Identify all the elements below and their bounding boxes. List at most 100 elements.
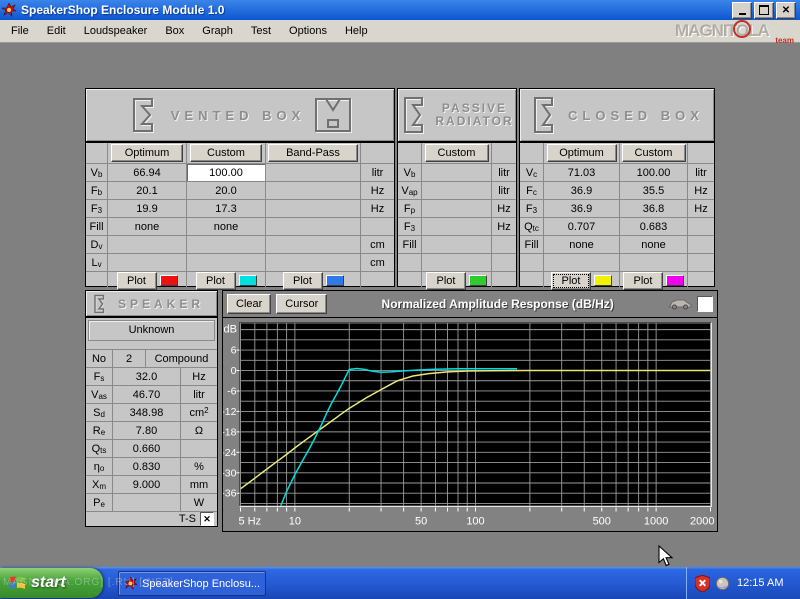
- row-label: Pe: [86, 494, 113, 511]
- closed-qtc-custom[interactable]: 0.683: [620, 218, 688, 235]
- unit-label: litr: [492, 164, 516, 181]
- closed-f3-custom[interactable]: 36.8: [620, 200, 688, 217]
- unit-label: litr: [492, 182, 516, 199]
- table-row: Qts 0.660: [86, 440, 217, 458]
- system-tray: 12:15 AM: [686, 567, 800, 599]
- minimize-button[interactable]: [732, 2, 752, 19]
- passive-custom-button[interactable]: Custom: [425, 144, 489, 162]
- unit-label: litr: [361, 164, 394, 181]
- restore-button[interactable]: [754, 2, 774, 19]
- passive-fp-custom[interactable]: [422, 200, 492, 217]
- menu-graph[interactable]: Graph: [193, 22, 242, 40]
- security-shield-icon[interactable]: [695, 575, 710, 592]
- table-row: Vb 66.94 100.00 litr: [86, 164, 394, 182]
- table-row: Fp Hz: [398, 200, 516, 218]
- vented-plot-custom-button[interactable]: Plot: [196, 272, 236, 290]
- speaker-driver-icon: [90, 294, 110, 314]
- row-label: Fill: [520, 236, 544, 253]
- volume-icon[interactable]: [715, 576, 730, 591]
- passive-vap-custom[interactable]: [422, 182, 492, 199]
- table-row: Xm 9.000 mm: [86, 476, 217, 494]
- start-button[interactable]: start: [0, 568, 103, 598]
- y-axis-label: dB: [224, 324, 237, 336]
- table-row: Fill: [398, 236, 516, 254]
- closed-vc-optimum: 71.03: [544, 164, 620, 181]
- closed-box-title: CLOSED BOX: [568, 108, 704, 123]
- taskbar-task-speakershop[interactable]: SpeakerShop Enclosu...: [118, 571, 266, 596]
- closed-custom-button[interactable]: Custom: [622, 144, 686, 162]
- menu-test[interactable]: Test: [242, 22, 280, 40]
- vented-fb-custom[interactable]: 20.0: [187, 182, 266, 199]
- x-tick-label: 1000: [644, 516, 668, 528]
- car-icon[interactable]: [668, 298, 692, 310]
- tray-clock: 12:15 AM: [737, 577, 783, 589]
- closed-fc-custom[interactable]: 35.5: [620, 182, 688, 199]
- passive-f3-custom[interactable]: [422, 218, 492, 235]
- ts-checkbox[interactable]: ✕: [200, 512, 214, 526]
- ts-label: T-S: [179, 513, 196, 525]
- app-icon: [124, 577, 137, 590]
- y-tick-label: -36: [223, 488, 237, 500]
- unit-label: [688, 218, 714, 235]
- closed-plot-custom-button[interactable]: Plot: [623, 272, 663, 290]
- vented-custom-button[interactable]: Custom: [190, 144, 262, 162]
- row-label: Xm: [86, 476, 113, 493]
- y-tick-label: 6: [231, 345, 237, 357]
- menu-file[interactable]: File: [2, 22, 38, 40]
- restore-icon: [759, 5, 769, 15]
- passive-vb-custom[interactable]: [422, 164, 492, 181]
- vented-optimum-button[interactable]: Optimum: [111, 144, 183, 162]
- vented-f3-custom[interactable]: 17.3: [187, 200, 266, 217]
- y-tick-label: 0: [231, 365, 237, 377]
- menu-loudspeaker[interactable]: Loudspeaker: [75, 22, 157, 40]
- unit-label: Hz: [688, 200, 714, 217]
- clear-button[interactable]: Clear: [227, 294, 271, 314]
- row-label: Vb: [86, 164, 108, 181]
- row-label: Vas: [86, 386, 113, 403]
- vented-vb-custom[interactable]: 100.00: [187, 164, 266, 181]
- table-row: F3 19.9 17.3 Hz: [86, 200, 394, 218]
- passive-header-row: Custom: [398, 143, 516, 164]
- close-icon: ✕: [782, 5, 790, 16]
- cursor-button[interactable]: Cursor: [276, 294, 327, 314]
- plot-color-swatch: [160, 275, 178, 286]
- speaker-driver-icon: [400, 95, 430, 135]
- unit-label: %: [181, 458, 217, 475]
- menu-box[interactable]: Box: [156, 22, 193, 40]
- unit-label: [181, 440, 217, 457]
- menu-options[interactable]: Options: [280, 22, 336, 40]
- passive-plot-button[interactable]: Plot: [426, 272, 466, 290]
- vented-plot-optimum-button[interactable]: Plot: [117, 272, 157, 290]
- closed-vc-custom[interactable]: 100.00: [620, 164, 688, 181]
- menu-bar: File Edit Loudspeaker Box Graph Test Opt…: [0, 20, 800, 43]
- minimize-icon: [739, 13, 746, 15]
- table-row: Lv cm: [86, 254, 394, 272]
- speaker-footer: T-S ✕: [86, 512, 217, 526]
- y-tick-label: -12: [223, 406, 237, 418]
- table-row: Fill none none: [520, 236, 714, 254]
- menu-edit[interactable]: Edit: [38, 22, 75, 40]
- close-button[interactable]: ✕: [776, 2, 796, 19]
- display-toggle-button[interactable]: [697, 296, 713, 312]
- unit-label: cm: [361, 236, 394, 253]
- plot-color-swatch: [594, 275, 612, 286]
- passive-fill-custom[interactable]: [422, 236, 492, 253]
- speaker-title: SPEAKER: [118, 297, 204, 311]
- table-row: ηo 0.830 %: [86, 458, 217, 476]
- title-bar: SpeakerShop Enclosure Module 1.0 ✕: [0, 0, 800, 20]
- row-label: Fb: [86, 182, 108, 199]
- menu-help[interactable]: Help: [336, 22, 377, 40]
- table-row: Fb 20.1 20.0 Hz: [86, 182, 394, 200]
- closed-fill-custom[interactable]: none: [620, 236, 688, 253]
- vented-fill-custom[interactable]: none: [187, 218, 266, 235]
- vented-plot-bandpass-button[interactable]: Plot: [283, 272, 323, 290]
- unit-label: [492, 236, 516, 253]
- table-row: Vc 71.03 100.00 litr: [520, 164, 714, 182]
- table-row: Pe W: [86, 494, 217, 512]
- vented-bandpass-button[interactable]: Band-Pass: [268, 144, 358, 162]
- speaker-wiring-type[interactable]: Compound: [146, 350, 217, 367]
- speaker-count[interactable]: 2: [113, 350, 146, 367]
- closed-optimum-button[interactable]: Optimum: [547, 144, 617, 162]
- x-tick-label: 500: [593, 516, 611, 528]
- closed-plot-optimum-button[interactable]: Plot: [551, 272, 591, 290]
